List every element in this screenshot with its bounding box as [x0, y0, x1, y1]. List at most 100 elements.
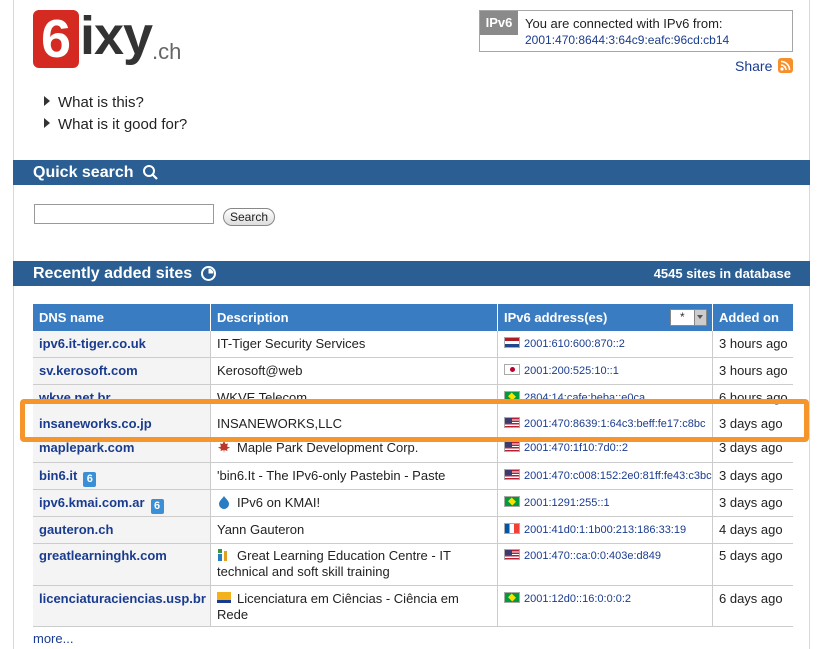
- ipv6-cell: 2001:470:c008:152:2e0:81ff:fe43:c3bc: [498, 463, 713, 489]
- recently-added-bar: Recently added sites 4545 sites in datab…: [13, 261, 810, 286]
- info-link-what-is-it-good-for[interactable]: What is it good for?: [44, 116, 187, 134]
- description-cell: Yann Gauteron: [211, 517, 498, 543]
- logo-ch-text: .ch: [152, 39, 182, 64]
- search-input[interactable]: [34, 204, 214, 224]
- table-row: greatlearninghk.com Great Learning Educa…: [33, 544, 793, 586]
- dns-link[interactable]: greatlearninghk.com: [33, 544, 211, 585]
- table-row: gauteron.ch Yann Gauteron 2001:41d0:1:1b…: [33, 517, 793, 544]
- description-text-line1: Licenciatura em Ciências - Ciência em: [237, 591, 459, 606]
- info-link-label: What is this?: [58, 94, 144, 111]
- ipv6-address-link[interactable]: 2001:1291:255::1: [524, 497, 610, 509]
- flag-br-icon: [504, 496, 520, 507]
- drupal-drop-icon: [217, 495, 231, 509]
- header-added-on[interactable]: Added on: [713, 304, 793, 331]
- magnifier-icon: [142, 164, 159, 181]
- content-left-border: [13, 0, 14, 649]
- share-link[interactable]: Share: [735, 58, 772, 74]
- maple-leaf-icon: [217, 440, 231, 454]
- dns-link[interactable]: ipv6.it-tiger.co.uk: [33, 331, 211, 357]
- dns-link[interactable]: bin6.it: [39, 468, 77, 483]
- content-right-border: [809, 0, 810, 649]
- info-link-what-is-this[interactable]: What is this?: [44, 94, 144, 112]
- description-cell: IPv6 on KMAI!: [211, 490, 498, 516]
- ipv6-cell: 2001:200:525:10::1: [498, 358, 713, 384]
- sixy-logo[interactable]: 6 ixy .ch: [33, 6, 193, 72]
- dns-link[interactable]: ipv6.kmai.com.ar: [39, 495, 145, 510]
- table-row: ipv6.kmai.com.ar 6 IPv6 on KMAI! 2001:129…: [33, 490, 793, 517]
- ipv6-filter-select[interactable]: *: [670, 309, 707, 326]
- table-row: licenciaturaciencias.usp.br Licenciatura…: [33, 586, 793, 627]
- connection-address-link[interactable]: 2001:470:8644:3:64c9:eafc:96cd:cb14: [525, 32, 729, 48]
- description-text: Maple Park Development Corp.: [237, 440, 419, 455]
- quick-search-title: Quick search: [33, 164, 134, 181]
- ipv6-filter-value: *: [680, 310, 685, 324]
- ipv6-tag: IPv6: [480, 11, 518, 35]
- table-row: sv.kerosoft.com Kerosoft@web 2001:200:52…: [33, 358, 793, 385]
- clock-icon: [200, 265, 217, 282]
- sites-count: 4545 sites in database: [653, 266, 791, 281]
- ipv6-only-badge-icon: 6: [150, 499, 164, 514]
- header-dns-name[interactable]: DNS name: [33, 304, 211, 331]
- ipv6-address-link[interactable]: 2001:41d0:1:1b00:213:186:33:19: [524, 524, 686, 536]
- dns-cell: bin6.it 6: [33, 463, 211, 489]
- description-text-line1: Great Learning Education Centre - IT: [237, 548, 451, 563]
- description-text: IPv6 on KMAI!: [237, 495, 321, 510]
- dns-link[interactable]: sv.kerosoft.com: [33, 358, 211, 384]
- ipv6-address-link[interactable]: 2001:610:600:870::2: [524, 338, 625, 350]
- flag-us-icon: [504, 441, 520, 452]
- ipv6-cell: 2001:470::ca:0:0:403e:d849: [498, 544, 713, 585]
- ipv6-connection-box: IPv6 You are connected with IPv6 from: 2…: [479, 10, 793, 52]
- search-button[interactable]: Search: [223, 208, 275, 226]
- flag-fr-icon: [504, 523, 520, 534]
- added-cell: 4 days ago: [719, 522, 783, 537]
- chevron-down-icon: [694, 310, 706, 325]
- ipv6-cell: 2001:1291:255::1: [498, 490, 713, 516]
- description-cell: Kerosoft@web: [211, 358, 498, 384]
- description-cell: Licenciatura em Ciências - Ciência em Re…: [211, 586, 498, 626]
- dns-link[interactable]: licenciaturaciencias.usp.br: [33, 586, 211, 626]
- description-cell: IT-Tiger Security Services: [211, 331, 498, 357]
- ipv6-only-badge-icon: 6: [83, 472, 97, 487]
- ipv6-address-link[interactable]: 2001:470::ca:0:0:403e:d849: [524, 550, 661, 562]
- ipv6-address-link[interactable]: 2001:470:1f10:7d0::2: [524, 442, 628, 454]
- ipv6-cell: 2001:610:600:870::2: [498, 331, 713, 357]
- rss-icon[interactable]: [778, 58, 793, 73]
- table-row: ipv6.it-tiger.co.uk IT-Tiger Security Se…: [33, 331, 793, 358]
- added-cell: 3 days ago: [719, 468, 783, 483]
- recently-added-title: Recently added sites: [33, 265, 193, 282]
- learning-centre-icon: [217, 548, 231, 562]
- page: 6 ixy .ch IPv6 You are connected with IP…: [0, 0, 835, 649]
- logo-ixy-text: ixy: [80, 6, 153, 66]
- flag-us-icon: [504, 549, 520, 560]
- flag-nl-icon: [504, 337, 520, 348]
- flag-br-icon: [504, 592, 520, 603]
- usp-logo-icon: [217, 591, 231, 605]
- ipv6-cell: 2001:41d0:1:1b00:213:186:33:19: [498, 517, 713, 543]
- logo-six-mark: 6: [33, 10, 79, 68]
- added-cell: 3 hours ago: [719, 336, 788, 351]
- flag-jp-icon: [504, 364, 520, 375]
- ipv6-address-link[interactable]: 2001:200:525:10::1: [524, 365, 619, 377]
- added-cell: 5 days ago: [719, 548, 783, 563]
- quick-search-bar: Quick search: [13, 160, 810, 185]
- added-cell: 3 hours ago: [719, 363, 788, 378]
- description-cell: 'bin6.It - The IPv6-only Pastebin - Past…: [211, 463, 498, 489]
- more-link[interactable]: more...: [33, 631, 73, 647]
- added-cell: 3 days ago: [719, 495, 783, 510]
- description-cell: Great Learning Education Centre - IT tec…: [211, 544, 498, 585]
- header-description[interactable]: Description: [211, 304, 498, 331]
- ipv6-address-link[interactable]: 2001:12d0::16:0:0:0:2: [524, 593, 631, 605]
- ipv6-cell: 2001:12d0::16:0:0:0:2: [498, 586, 713, 626]
- dns-link[interactable]: gauteron.ch: [33, 517, 211, 543]
- description-text-line2: technical and soft skill training: [217, 564, 390, 579]
- ipv6-address-link[interactable]: 2001:470:c008:152:2e0:81ff:fe43:c3bc: [524, 470, 712, 482]
- info-link-label: What is it good for?: [58, 116, 188, 133]
- triangle-right-icon: [44, 118, 50, 128]
- table-header: DNS name Description IPv6 address(es) * …: [33, 304, 793, 331]
- triangle-right-icon: [44, 96, 50, 106]
- added-cell: 6 days ago: [719, 591, 783, 606]
- dns-cell: ipv6.kmai.com.ar 6: [33, 490, 211, 516]
- connection-message: You are connected with IPv6 from:: [525, 16, 723, 31]
- description-text-line2: Rede: [217, 607, 249, 622]
- highlight-annotation: [20, 399, 809, 442]
